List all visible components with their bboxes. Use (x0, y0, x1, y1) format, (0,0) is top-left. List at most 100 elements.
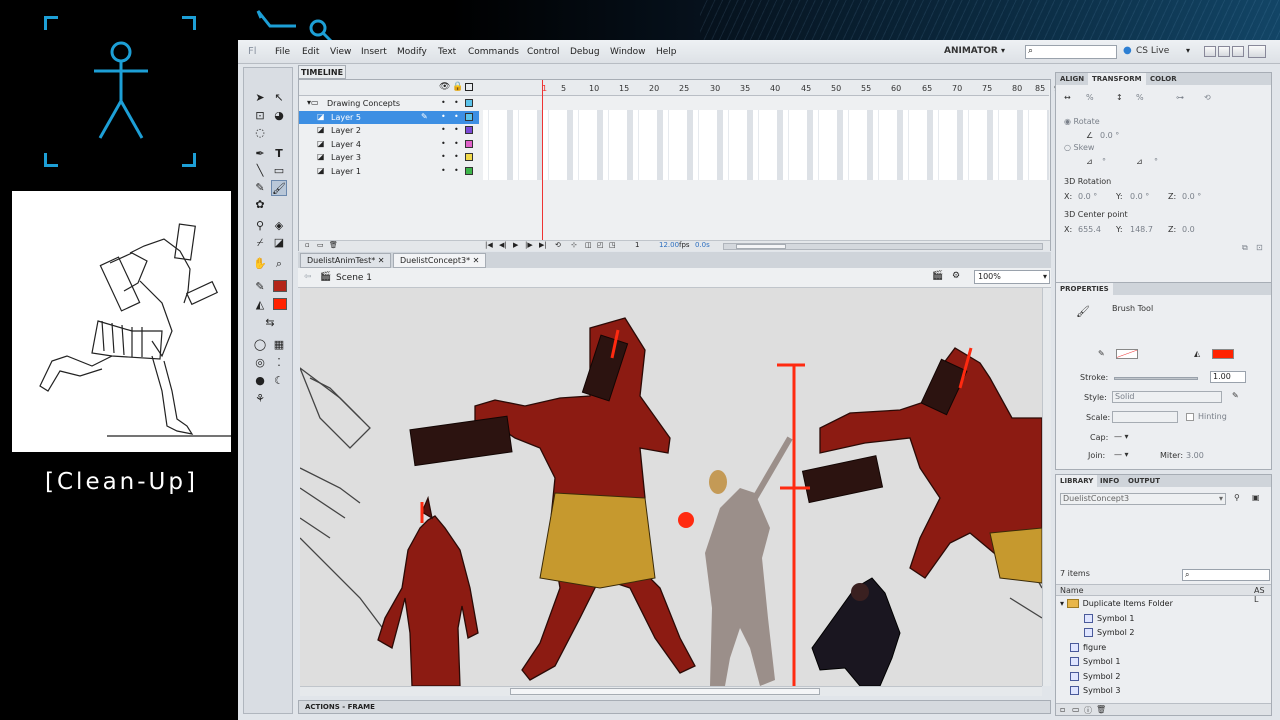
bone-tool-icon[interactable]: ⚲ (252, 218, 268, 234)
skew-v-value[interactable]: ° (1154, 157, 1158, 166)
layer-outline-color[interactable] (465, 166, 473, 175)
scale-select[interactable] (1112, 411, 1178, 423)
doc-tab-duelistanimtest[interactable]: DuelistAnimTest* ✕ (300, 253, 392, 268)
onion-skin-icon[interactable]: ◫ (585, 241, 592, 249)
stroke-slider[interactable] (1114, 377, 1198, 380)
close-icon[interactable]: ✕ (473, 256, 480, 265)
stage-canvas[interactable] (300, 288, 1042, 686)
menu-window[interactable]: Window (610, 47, 646, 57)
line-tool-icon[interactable]: ╲ (252, 163, 268, 179)
step-back-icon[interactable]: ◀| (499, 241, 507, 249)
brush-size-icon[interactable]: ⁚ (271, 355, 287, 371)
minimize-button[interactable] (1204, 46, 1216, 57)
scene-name[interactable]: Scene 1 (336, 273, 372, 283)
timeline-hscrollbar[interactable] (723, 243, 1043, 250)
selection-tool-icon[interactable]: ➤ (252, 90, 268, 106)
cs-live-button[interactable]: CS Live (1136, 46, 1169, 56)
menu-edit[interactable]: Edit (302, 47, 319, 57)
subselection-tool-icon[interactable]: ↖ (271, 90, 287, 106)
menu-view[interactable]: View (330, 47, 351, 57)
swap-colors-icon[interactable]: ⇆ (262, 315, 278, 331)
library-item[interactable]: Symbol 1 (1056, 613, 1268, 628)
new-layer-icon[interactable]: ▫ (305, 241, 310, 249)
help-search-input[interactable]: ⌕ (1025, 45, 1117, 59)
rectangle-tool-icon[interactable]: ▭ (271, 163, 287, 179)
library-document-select[interactable]: DuelistConcept3 ▾ (1060, 493, 1226, 505)
stroke-swatch[interactable] (1116, 349, 1138, 359)
fill-color-icon[interactable]: ◭ (252, 297, 268, 313)
zoom-tool-icon[interactable]: ⌕ (271, 256, 287, 272)
frame-grid[interactable] (483, 110, 1049, 180)
new-folder-icon[interactable]: ▭ (1072, 705, 1080, 714)
layer-row[interactable]: ◪ Layer 3 • • (299, 151, 479, 164)
playhead[interactable] (542, 80, 543, 240)
tab-info[interactable]: INFO (1096, 475, 1123, 487)
cap-select[interactable]: — ▾ (1114, 432, 1129, 441)
chevron-down-icon[interactable]: ▾ (1001, 46, 1005, 55)
brush-shape-icon[interactable]: ● (252, 373, 268, 389)
3d-rotation-tool-icon[interactable]: ◕ (271, 108, 287, 124)
tab-properties[interactable]: PROPERTIES (1056, 283, 1113, 295)
rot3d-x[interactable]: 0.0 ° (1078, 192, 1097, 201)
center-frame-icon[interactable]: ⊹ (571, 241, 577, 249)
stroke-color-swatch[interactable] (273, 280, 287, 292)
cs-live-chevron-icon[interactable]: ▾ (1186, 46, 1190, 55)
chevron-down-icon[interactable]: ▾ (1219, 494, 1225, 503)
pen-tool-icon[interactable]: ✒ (252, 146, 268, 162)
properties-icon[interactable]: ⓘ (1084, 705, 1092, 716)
lock-icon[interactable]: 🔒 (452, 82, 463, 92)
object-drawing-icon[interactable]: ◯ (252, 337, 268, 353)
paint-bucket-tool-icon[interactable]: ◈ (271, 218, 287, 234)
brush-tool-icon[interactable]: 🖌 (271, 180, 287, 196)
stroke-input[interactable]: 1.00 (1210, 371, 1246, 383)
library-item[interactable]: Symbol 2 (1056, 628, 1268, 642)
skew-h-value[interactable]: ° (1102, 157, 1106, 166)
lock-dot[interactable]: • (454, 152, 459, 161)
edit-style-icon[interactable]: ✎ (1232, 391, 1239, 400)
lock-dot[interactable]: • (454, 112, 459, 121)
skew-radio[interactable]: ○ Skew (1064, 143, 1094, 152)
lasso-tool-icon[interactable]: ◌ (252, 125, 268, 141)
layer-row[interactable]: ◪ Layer 1 • • (299, 165, 479, 178)
eraser-tool-icon[interactable]: ◪ (271, 235, 287, 251)
frame-rate[interactable]: 12.00 (659, 241, 679, 249)
scroll-thumb[interactable] (510, 688, 820, 695)
eye-dot[interactable]: • (441, 166, 446, 175)
fill-color-swatch[interactable] (273, 298, 287, 310)
library-item[interactable]: Symbol 1 (1056, 657, 1268, 671)
width-percent[interactable]: % (1086, 93, 1094, 102)
brush-mode-icon[interactable]: ◎ (252, 355, 268, 371)
menu-commands[interactable]: Commands (468, 47, 519, 57)
onion-outlines-icon[interactable]: ◰ (597, 241, 604, 249)
remove-transform-icon[interactable]: ⊡ (1256, 243, 1263, 252)
rot3d-z[interactable]: 0.0 ° (1182, 192, 1201, 201)
stage-hscrollbar[interactable] (300, 686, 1042, 696)
layer-outline-color[interactable] (465, 99, 473, 107)
edit-scene-icon[interactable]: 🎬 (932, 271, 943, 281)
library-item[interactable]: ▾ Duplicate Items Folder (1056, 599, 1268, 613)
eye-dot[interactable]: • (441, 112, 446, 121)
tab-timeline[interactable]: TIMELINE (298, 65, 346, 79)
lock-fill-icon[interactable]: ▦ (271, 337, 287, 353)
column-name[interactable]: Name (1060, 586, 1084, 595)
center3d-x[interactable]: 655.4 (1078, 225, 1101, 234)
close-window-button[interactable] (1232, 46, 1244, 57)
tab-align[interactable]: ALIGN (1056, 73, 1088, 85)
delete-icon[interactable]: 🗑 (1096, 705, 1106, 714)
layer-outline-color[interactable] (465, 139, 473, 148)
edit-multiple-icon[interactable]: ◳ (609, 241, 616, 249)
reset-icon[interactable]: ⟲ (1204, 93, 1211, 102)
lock-dot[interactable]: • (454, 125, 459, 134)
library-item[interactable]: Symbol 3 (1056, 686, 1268, 700)
new-library-icon[interactable]: ▣ (1252, 493, 1260, 502)
tab-color[interactable]: COLOR (1146, 73, 1181, 85)
layer-row[interactable]: ▾▭ Drawing Concepts • • (299, 97, 479, 110)
new-symbol-icon[interactable]: ▫ (1060, 705, 1065, 714)
library-item[interactable]: Symbol 2 (1056, 671, 1268, 686)
lock-dot[interactable]: • (454, 98, 459, 107)
miter-value[interactable]: 3.00 (1186, 451, 1204, 460)
tab-library[interactable]: LIBRARY (1056, 475, 1098, 487)
rotate-radio[interactable]: ◉ Rotate (1064, 117, 1100, 126)
doc-tab-duelistconcept3[interactable]: DuelistConcept3* ✕ (393, 253, 487, 268)
new-folder-icon[interactable]: ▭ (317, 241, 324, 249)
